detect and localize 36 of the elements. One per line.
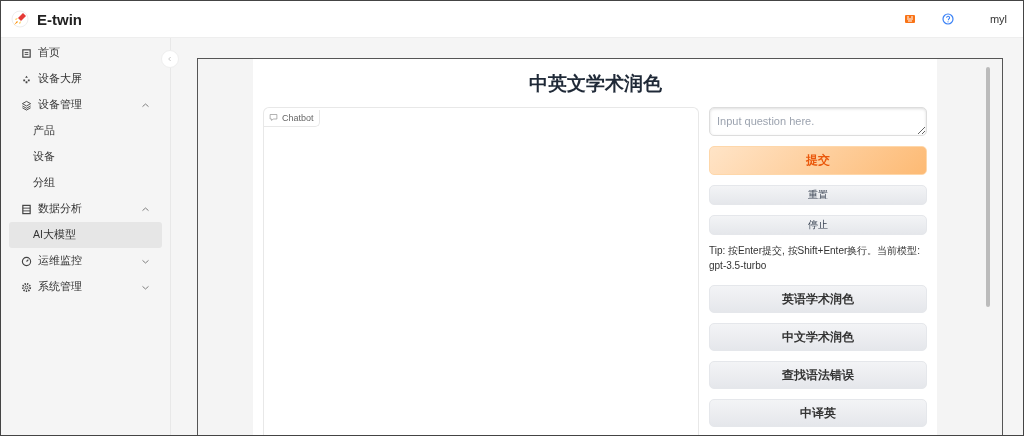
chevron-up-icon xyxy=(141,100,150,110)
table-icon xyxy=(21,203,32,215)
layout-icon xyxy=(21,47,32,59)
help-icon xyxy=(941,13,954,25)
chevron-left-icon xyxy=(166,55,174,63)
menu-item[interactable]: 首页 xyxy=(9,40,162,66)
collapse-button[interactable] xyxy=(161,50,179,68)
menu-item[interactable]: 设备大屏 xyxy=(9,66,162,92)
gauge-icon xyxy=(21,255,32,267)
action-button[interactable]: 重置 xyxy=(709,185,927,205)
submenu-item[interactable]: AI大模型 xyxy=(9,222,162,248)
chevron-up-icon xyxy=(141,204,150,214)
cluster-icon xyxy=(21,73,32,85)
function-button[interactable]: 中文学术润色 xyxy=(709,323,927,351)
menu-item[interactable]: 数据分析 xyxy=(9,196,162,222)
function-button[interactable]: 中译英 xyxy=(709,399,927,427)
scrollbar[interactable] xyxy=(986,67,990,307)
brand-name: E-twin xyxy=(37,10,82,28)
submenu-item[interactable]: 产品 xyxy=(9,118,162,144)
function-button[interactable]: 英语学术润色 xyxy=(709,285,927,313)
menu-item[interactable]: 设备管理 xyxy=(9,92,162,118)
submenu-item[interactable]: 分组 xyxy=(9,170,162,196)
action-button[interactable]: 停止 xyxy=(709,215,927,235)
chatbot-label: Chatbot xyxy=(264,109,320,127)
page-title: 中英文学术润色 xyxy=(527,72,663,96)
tip-text: Tip: 按Enter提交, 按Shift+Enter换行。当前模型: gpt-3.5-turbo xyxy=(709,244,922,273)
layers-icon xyxy=(21,99,32,111)
rocket-icon xyxy=(11,10,29,28)
question-input[interactable]: Input question here. xyxy=(709,107,927,136)
chat-icon xyxy=(269,113,278,122)
function-button[interactable]: 查找语法错误 xyxy=(709,361,927,389)
user-name[interactable]: myl xyxy=(989,13,1007,25)
submenu-item[interactable]: 设备 xyxy=(9,144,162,170)
menu-item[interactable]: 运维监控 xyxy=(9,248,162,274)
menu-item[interactable]: 系统管理 xyxy=(9,274,162,300)
settings-icon xyxy=(21,281,32,293)
